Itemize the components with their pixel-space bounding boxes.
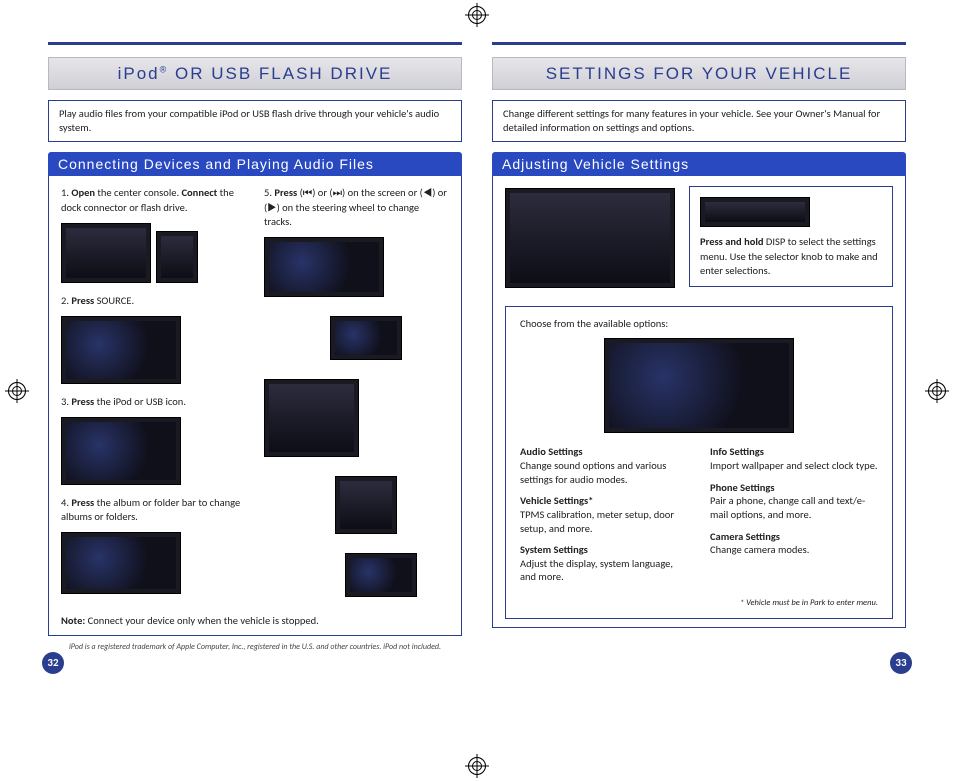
- page-right: SETTINGS FOR YOUR VEHICLE Change differe…: [492, 42, 906, 652]
- opt-system-title: System Settings: [520, 543, 688, 557]
- image-track-screen-b: [330, 316, 402, 360]
- step5-bold: Press: [274, 186, 297, 199]
- step4-bold: Press: [71, 496, 94, 509]
- opt-audio: Audio SettingsChange sound options and v…: [520, 445, 688, 486]
- opt-info: Info SettingsImport wallpaper and select…: [710, 445, 878, 472]
- image-album-b: [345, 553, 417, 597]
- tip-bold: Press and hold: [700, 235, 764, 248]
- title-text-pre: iPod: [118, 64, 160, 83]
- image-album-bar: [61, 532, 181, 594]
- trademark-line: iPod is a registered trademark of Apple …: [48, 642, 462, 652]
- opt-camera: Camera SettingsChange camera modes.: [710, 530, 878, 557]
- section-body-left: 1. Open the center console. Connect the …: [48, 176, 462, 636]
- opt-info-title: Info Settings: [710, 445, 878, 459]
- opt-info-desc: Import wallpaper and select clock type.: [710, 459, 878, 472]
- section-body-right: Press and hold DISP to select the settin…: [492, 176, 906, 628]
- registration-mark-bottom: [468, 757, 486, 775]
- right-triangle-icon: ▶: [267, 201, 276, 214]
- step1-bold1: Open: [71, 186, 95, 199]
- step5-txt3: ) on the screen or (: [342, 186, 423, 199]
- disp-tip-box: Press and hold DISP to select the settin…: [689, 186, 893, 287]
- image-dashboard: [505, 188, 675, 288]
- opt-audio-desc: Change sound options and various setting…: [520, 459, 666, 486]
- intro-text-right: Change different settings for many featu…: [492, 100, 906, 142]
- note-line: Note: Connect your device only when the …: [61, 614, 449, 627]
- opt-camera-desc: Change camera modes.: [710, 543, 809, 556]
- left-column: 1. Open the center console. Connect the …: [61, 186, 246, 608]
- title-registered: ®: [160, 64, 169, 74]
- step3-txt: the iPod or USB icon.: [94, 395, 186, 408]
- image-source-screen: [61, 316, 181, 384]
- step5-txt2: ) or (: [312, 186, 332, 199]
- rule-top: [48, 42, 462, 45]
- opt-vehicle: Vehicle Settings*TPMS calibration, meter…: [520, 494, 688, 535]
- step2-bold: Press: [71, 294, 94, 307]
- prev-track-icon: ⏮: [303, 186, 312, 199]
- options-footnote: * Vehicle must be in Park to enter menu.: [520, 598, 878, 608]
- opt-camera-title: Camera Settings: [710, 530, 878, 544]
- image-flash-drive: [156, 231, 198, 283]
- section-header-left: Connecting Devices and Playing Audio Fil…: [48, 152, 462, 176]
- page-title-left: iPod® OR USB FLASH DRIVE: [48, 57, 462, 90]
- registration-mark-left: [8, 382, 26, 400]
- registration-mark-right: [928, 382, 946, 400]
- opt-phone-title: Phone Settings: [710, 481, 878, 495]
- page-left: iPod® OR USB FLASH DRIVE Play audio file…: [48, 42, 462, 652]
- opt-audio-title: Audio Settings: [520, 445, 688, 459]
- options-intro: Choose from the available options:: [520, 317, 878, 330]
- page-title-right: SETTINGS FOR YOUR VEHICLE: [492, 57, 906, 90]
- rule-top-right: [492, 42, 906, 45]
- intro-text-left: Play audio files from your compatible iP…: [48, 100, 462, 142]
- options-col-2: Info SettingsImport wallpaper and select…: [710, 445, 878, 592]
- image-console: [61, 223, 151, 283]
- page-number-right: 33: [890, 652, 912, 674]
- opt-vehicle-desc: TPMS calibration, meter setup, door setu…: [520, 508, 674, 535]
- image-ipod-icon-screen: [61, 417, 181, 485]
- next-track-icon: ⏭: [333, 186, 342, 199]
- options-box: Choose from the available options: Audio…: [505, 306, 893, 619]
- page-number-left: 32: [42, 652, 64, 674]
- opt-phone-desc: Pair a phone, change call and text/e-mai…: [710, 494, 865, 521]
- image-track-screen-a: [264, 237, 384, 297]
- image-steering-wheel: [264, 379, 359, 457]
- registration-mark-top: [468, 6, 486, 24]
- note-label: Note:: [61, 614, 85, 627]
- opt-phone: Phone SettingsPair a phone, change call …: [710, 481, 878, 522]
- step5-txt5: ) on the steering wheel to change tracks…: [264, 201, 419, 228]
- title-text-post: OR USB FLASH DRIVE: [168, 64, 392, 83]
- options-col-1: Audio SettingsChange sound options and v…: [520, 445, 688, 592]
- step-5: 5. Press (⏮) or (⏭) on the screen or (◀)…: [264, 186, 449, 229]
- opt-system-desc: Adjust the display, system language, and…: [520, 557, 673, 584]
- step-3: 3. Press the iPod or USB icon.: [61, 395, 246, 409]
- step-4: 4. Press the album or folder bar to chan…: [61, 496, 246, 524]
- step2-txt: SOURCE.: [94, 294, 134, 307]
- right-column: 5. Press (⏮) or (⏭) on the screen or (◀)…: [264, 186, 449, 608]
- left-triangle-icon: ◀: [423, 186, 432, 199]
- opt-vehicle-title: Vehicle Settings*: [520, 494, 688, 508]
- section-header-right: Adjusting Vehicle Settings: [492, 152, 906, 176]
- image-wheel-controls: [335, 476, 397, 534]
- step1-bold2: Connect: [181, 186, 217, 199]
- step1-txt1: the center console.: [95, 186, 181, 199]
- step-1: 1. Open the center console. Connect the …: [61, 186, 246, 214]
- step3-bold: Press: [71, 395, 94, 408]
- image-settings-menu: [604, 338, 794, 433]
- image-disp-panel: [700, 197, 810, 227]
- opt-system: System SettingsAdjust the display, syste…: [520, 543, 688, 584]
- step-2: 2. Press SOURCE.: [61, 294, 246, 308]
- note-text: Connect your device only when the vehicl…: [85, 614, 319, 627]
